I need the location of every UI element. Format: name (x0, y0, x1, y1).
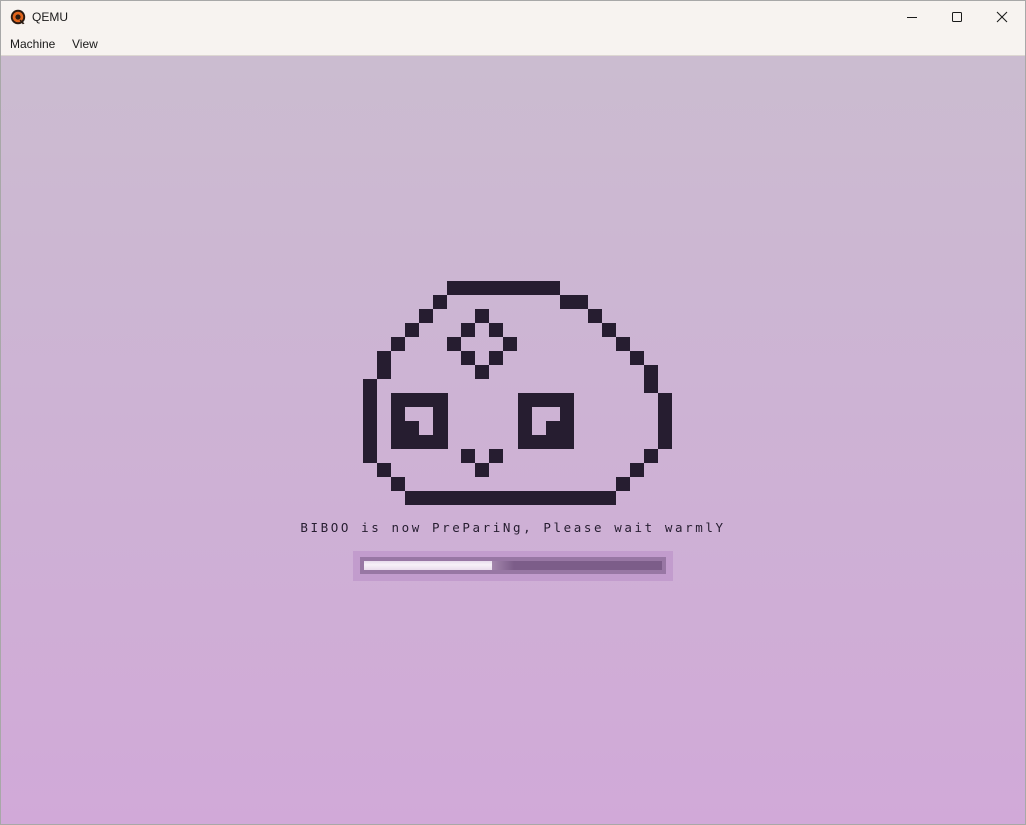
maximize-button[interactable] (934, 1, 980, 33)
progress-inner (364, 561, 662, 570)
menu-machine[interactable]: Machine (10, 37, 55, 52)
vm-display[interactable]: BIBOO is now PrePariNg, Please wait warm… (1, 56, 1025, 824)
maximize-icon (952, 12, 962, 22)
close-button[interactable] (979, 1, 1025, 33)
menu-view[interactable]: View (72, 37, 98, 52)
boot-status-text: BIBOO is now PrePariNg, Please wait warm… (300, 520, 726, 535)
pixel-blob-mascot-icon (363, 281, 672, 505)
window-title: QEMU (32, 10, 68, 24)
menu-bar: Machine View (1, 33, 1025, 56)
progress-track (360, 557, 666, 574)
qemu-logo-icon (10, 9, 26, 25)
close-icon (996, 11, 1008, 23)
boot-progress-bar (353, 551, 673, 581)
title-bar[interactable]: QEMU (1, 1, 1025, 33)
minimize-button[interactable] (889, 1, 935, 33)
progress-fade (492, 561, 514, 570)
minimize-icon (907, 17, 917, 18)
progress-fill (364, 561, 492, 570)
qemu-window: QEMU Machine View BIBOO is now PrePariNg… (0, 0, 1026, 825)
